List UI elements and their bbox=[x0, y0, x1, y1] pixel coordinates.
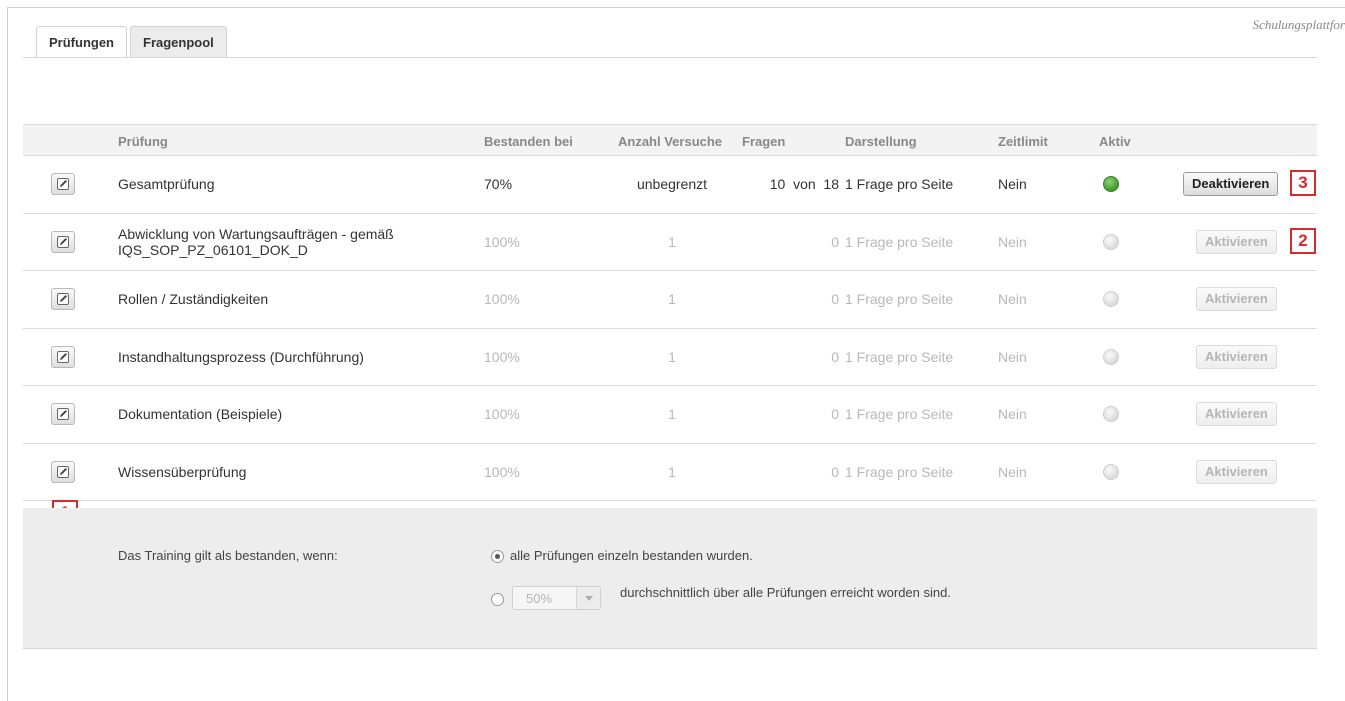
exam-name-line1: Dokumentation (Beispiele) bbox=[118, 406, 283, 423]
attempts: unbegrenzt bbox=[636, 176, 708, 193]
pass-threshold: 100% bbox=[484, 233, 520, 250]
option-average-text: durchschnittlich über alle Prüfungen err… bbox=[620, 585, 951, 600]
questions: 0 bbox=[831, 348, 839, 365]
edit-icon bbox=[57, 350, 69, 363]
display-mode: 1 Frage pro Seite bbox=[845, 348, 954, 365]
activate-button[interactable]: Aktivieren bbox=[1196, 287, 1277, 312]
attempts: 1 bbox=[668, 463, 676, 480]
display-mode: 1 Frage pro Seite bbox=[845, 176, 954, 193]
tab-bar: Prüfungen Fragenpool bbox=[36, 26, 230, 58]
pass-criteria-panel: Das Training gilt als bestanden, wenn: a… bbox=[23, 508, 1317, 649]
tab-pruefungen[interactable]: Prüfungen bbox=[36, 26, 127, 58]
time-limit: Nein bbox=[998, 406, 1027, 423]
pass-criteria-label: Das Training gilt als bestanden, wenn: bbox=[118, 548, 338, 563]
attempts: 1 bbox=[668, 348, 676, 365]
radio-all-passed[interactable] bbox=[491, 550, 504, 563]
edit-button[interactable] bbox=[51, 288, 75, 311]
edit-button[interactable] bbox=[51, 345, 75, 368]
col-darstellung: Darstellung bbox=[845, 134, 917, 149]
exam-name: Wissensüberprüfung bbox=[118, 464, 246, 480]
exam-name-line1: Rollen / Zuständigkeiten bbox=[118, 291, 269, 308]
radio-average[interactable] bbox=[491, 593, 504, 606]
tab-fragenpool[interactable]: Fragenpool bbox=[130, 26, 227, 57]
tab-divider bbox=[23, 57, 1317, 58]
option-all-passed-text: alle Prüfungen einzeln bestanden wurden. bbox=[510, 548, 753, 563]
col-versuche: Anzahl Versuche bbox=[618, 134, 723, 149]
pass-threshold: 100% bbox=[484, 463, 520, 480]
deactivate-button[interactable]: Deaktivieren bbox=[1183, 172, 1279, 197]
chevron-down-icon bbox=[576, 587, 600, 609]
questions: 0 bbox=[831, 291, 839, 308]
exam-name-line1: Wissensüberprüfung bbox=[118, 463, 247, 480]
table-row: Gesamtprüfung 70% unbegrenzt 10 von 18 1 Fra… bbox=[23, 156, 1317, 214]
callout-2: 2 bbox=[1290, 228, 1316, 254]
table-header: Prüfung Bestanden bei Anzahl Versuche Fr… bbox=[23, 124, 1317, 156]
exam-name: Instandhaltungsprozess (Durchführung) bbox=[118, 349, 364, 365]
time-limit: Nein bbox=[998, 176, 1027, 193]
exam-name: Abwicklung von Wartungsaufträgen - gemäß… bbox=[118, 226, 394, 258]
average-percent-value: 50% bbox=[526, 591, 553, 606]
table-row: Dokumentation (Beispiele) 100% 1 0 1 Frage p… bbox=[23, 386, 1317, 444]
average-percent-select[interactable]: 50% bbox=[512, 586, 601, 610]
activate-button[interactable]: Aktivieren bbox=[1196, 459, 1277, 484]
col-zeitlimit: Zeitlimit bbox=[998, 134, 1048, 149]
status-indicator bbox=[1103, 406, 1119, 423]
display-mode: 1 Frage pro Seite bbox=[845, 463, 954, 480]
col-pruefung: Prüfung bbox=[118, 134, 168, 149]
edit-icon bbox=[57, 408, 69, 421]
edit-icon bbox=[57, 465, 69, 478]
exam-name: Dokumentation (Beispiele) bbox=[118, 406, 282, 422]
display-mode: 1 Frage pro Seite bbox=[845, 291, 954, 308]
edit-button[interactable] bbox=[51, 173, 75, 196]
table-row: Wissensüberprüfung 100% 1 0 1 Frage pro Seit… bbox=[23, 444, 1317, 501]
edit-button[interactable] bbox=[51, 403, 75, 426]
pass-threshold: 100% bbox=[484, 291, 520, 308]
status-indicator bbox=[1103, 348, 1119, 365]
edit-button[interactable] bbox=[51, 460, 75, 483]
edit-icon bbox=[57, 235, 69, 248]
exam-name-line1: Abwicklung von Wartungsaufträgen - gemäß bbox=[118, 225, 394, 242]
questions: 0 bbox=[831, 463, 839, 480]
table-row: Abwicklung von Wartungsaufträgen - gemäß… bbox=[23, 214, 1317, 271]
attempts: 1 bbox=[668, 291, 676, 308]
time-limit: Nein bbox=[998, 291, 1027, 308]
exam-name-line1: Instandhaltungsprozess (Durchführung) bbox=[118, 348, 364, 365]
pass-threshold: 100% bbox=[484, 406, 520, 423]
status-indicator bbox=[1103, 291, 1119, 308]
table-row: Rollen / Zuständigkeiten 100% 1 0 1 Frage pr… bbox=[23, 271, 1317, 329]
attempts: 1 bbox=[668, 233, 676, 250]
time-limit: Nein bbox=[998, 463, 1027, 480]
questions: 10 von 18 bbox=[769, 176, 839, 193]
callout-3: 3 bbox=[1290, 170, 1316, 196]
pass-threshold: 70% bbox=[484, 176, 513, 193]
edit-icon bbox=[57, 293, 69, 306]
attempts: 1 bbox=[668, 406, 676, 423]
col-aktiv: Aktiv bbox=[1099, 134, 1131, 149]
exam-name-line2: IQS_SOP_PZ_06101_DOK_D bbox=[118, 241, 308, 258]
activate-button[interactable]: Aktivieren bbox=[1196, 344, 1277, 369]
status-indicator bbox=[1103, 233, 1119, 250]
activate-button[interactable]: Aktivieren bbox=[1196, 229, 1277, 254]
time-limit: Nein bbox=[998, 348, 1027, 365]
activate-button[interactable]: Aktivieren bbox=[1196, 402, 1277, 427]
questions: 0 bbox=[831, 406, 839, 423]
exams-table: Prüfung Bestanden bei Anzahl Versuche Fr… bbox=[23, 124, 1317, 501]
pass-threshold: 100% bbox=[484, 348, 520, 365]
questions: 0 bbox=[831, 233, 839, 250]
edit-button[interactable] bbox=[51, 230, 75, 253]
table-row: Instandhaltungsprozess (Durchführung) 100… bbox=[23, 329, 1317, 386]
exam-name: Rollen / Zuständigkeiten bbox=[118, 291, 268, 307]
status-indicator bbox=[1103, 463, 1119, 480]
col-bestanden: Bestanden bei bbox=[484, 134, 573, 149]
edit-icon bbox=[57, 178, 69, 191]
display-mode: 1 Frage pro Seite bbox=[845, 233, 954, 250]
brand-title: Schulungsplattfor bbox=[1252, 17, 1345, 32]
col-fragen: Fragen bbox=[742, 134, 786, 149]
exam-name-line1: Gesamtprüfung bbox=[118, 176, 215, 193]
status-indicator bbox=[1103, 176, 1119, 193]
time-limit: Nein bbox=[998, 233, 1027, 250]
exam-name: Gesamtprüfung bbox=[118, 176, 215, 192]
display-mode: 1 Frage pro Seite bbox=[845, 406, 954, 423]
